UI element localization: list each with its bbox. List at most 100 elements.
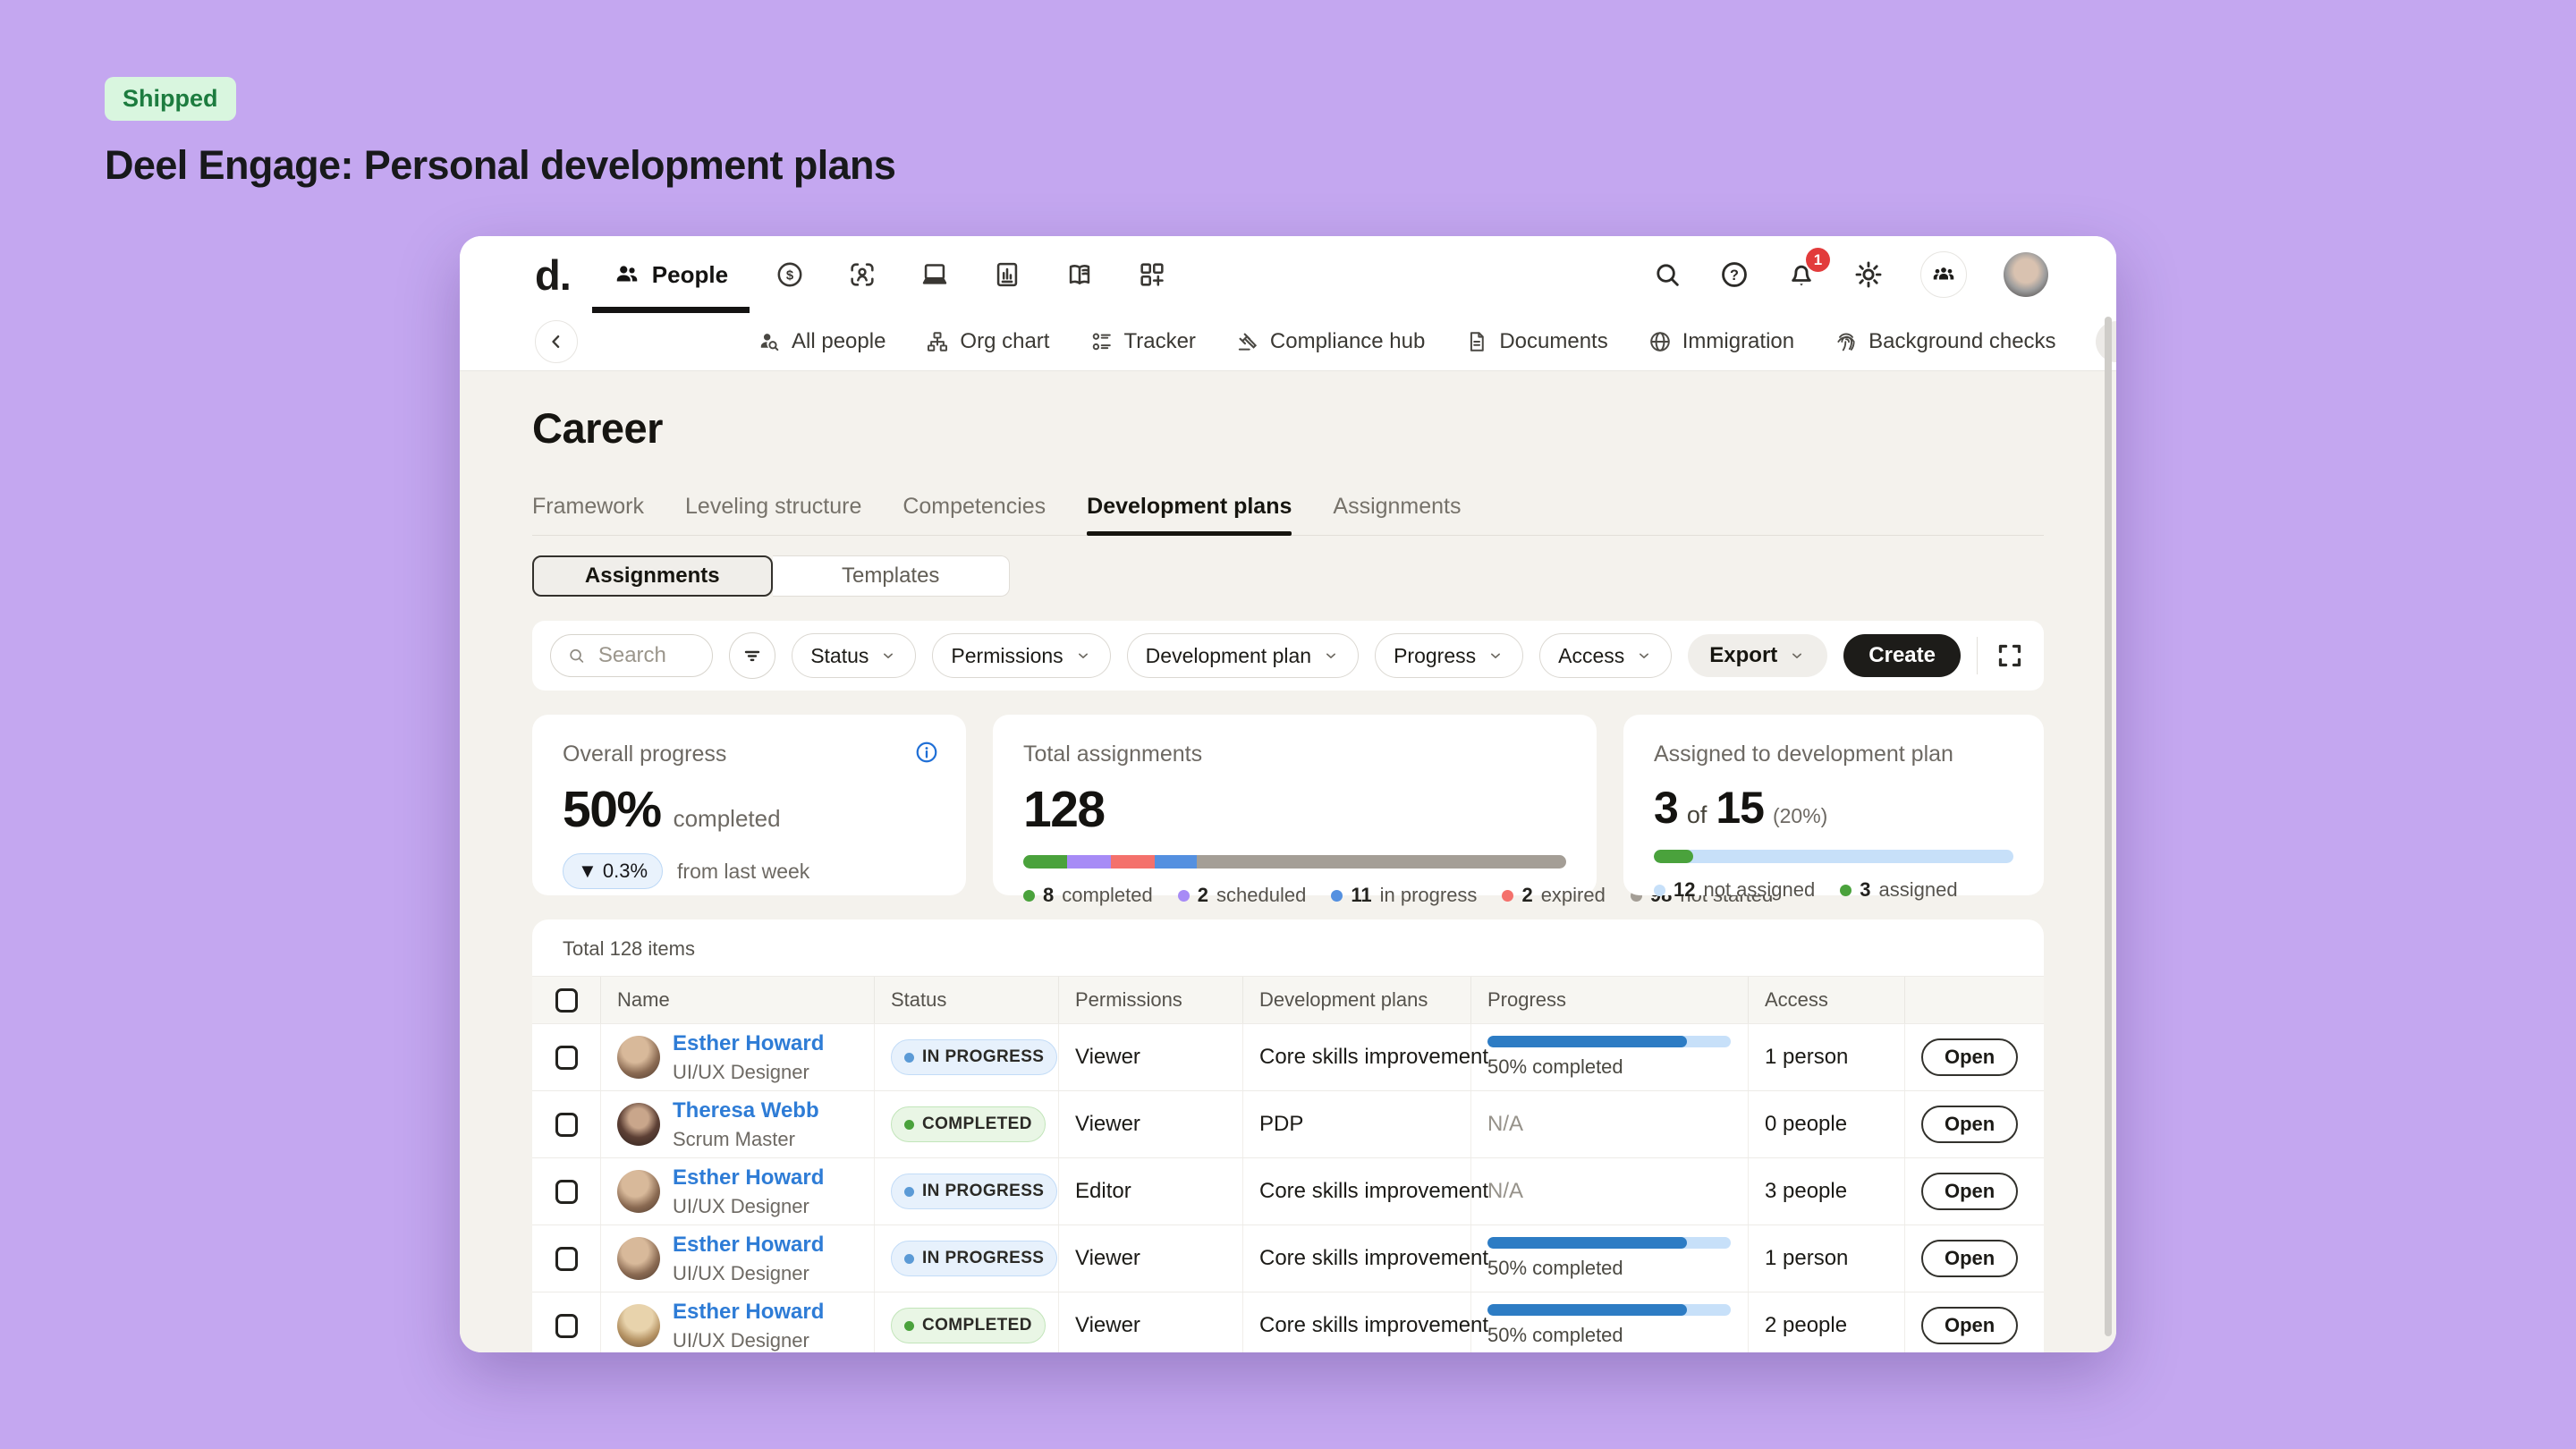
hiring-scan-icon[interactable]	[847, 259, 877, 290]
filter-permissions[interactable]: Permissions	[932, 633, 1110, 678]
filter-development-plan[interactable]: Development plan	[1127, 633, 1359, 678]
tab-framework[interactable]: Framework	[532, 494, 644, 535]
create-button[interactable]: Create	[1843, 634, 1961, 677]
subnav-item-documents[interactable]: Documents	[1464, 329, 1607, 354]
payroll-dollar-icon[interactable]	[775, 259, 805, 290]
open-button[interactable]: Open	[1921, 1038, 2018, 1076]
gear-icon[interactable]	[1853, 259, 1884, 290]
team-switcher-button[interactable]	[1920, 251, 1967, 298]
kebab-menu-icon[interactable]: ⋮	[2034, 1178, 2044, 1205]
tab-assignments[interactable]: Assignments	[1333, 494, 1461, 535]
deel-logo[interactable]: d.	[535, 254, 571, 296]
permissions-value: Viewer	[1075, 1045, 1140, 1070]
card-title: Assigned to development plan	[1654, 741, 2013, 767]
vertical-scrollbar[interactable]	[2105, 317, 2112, 1336]
open-button[interactable]: Open	[1921, 1173, 2018, 1210]
user-avatar[interactable]	[2004, 252, 2048, 297]
info-icon[interactable]	[914, 740, 939, 765]
nav-tab-people-label: People	[652, 261, 728, 289]
filter-button[interactable]	[729, 632, 775, 679]
toggle-assignments[interactable]: Assignments	[532, 555, 773, 597]
open-button[interactable]: Open	[1921, 1240, 2018, 1277]
it-device-icon[interactable]	[919, 259, 950, 290]
table-row: Esther Howard UI/UX Designer IN PROGRESS…	[532, 1225, 2044, 1292]
tab-development-plans[interactable]: Development plans	[1087, 494, 1292, 535]
subnav-item-background-checks[interactable]: Background checks	[1834, 329, 2055, 354]
total-assignments-card: Total assignments 128 8completed 2schedu…	[993, 715, 1597, 895]
row-checkbox[interactable]	[555, 1113, 578, 1137]
search-input[interactable]	[597, 642, 696, 669]
access-value: 1 person	[1765, 1246, 1848, 1271]
table-summary: Total 128 items	[532, 919, 2044, 976]
select-all-checkbox[interactable]	[555, 988, 578, 1013]
progress-label: 50% completed	[1487, 1324, 1623, 1347]
document-icon	[1464, 329, 1489, 354]
notification-badge: 1	[1806, 248, 1830, 272]
filter-status[interactable]: Status	[792, 633, 916, 678]
col-actions	[1904, 977, 2044, 1023]
row-checkbox[interactable]	[555, 1247, 578, 1271]
toggle-templates[interactable]: Templates	[773, 555, 1011, 597]
kebab-menu-icon[interactable]: ⋮	[2034, 1245, 2044, 1272]
card-title: Overall progress	[563, 741, 936, 767]
person-name-link[interactable]: Theresa Webb	[673, 1098, 819, 1123]
row-checkbox[interactable]	[555, 1046, 578, 1070]
legend-dot-expired	[1502, 890, 1513, 902]
col-development-plans[interactable]: Development plans	[1242, 977, 1470, 1023]
tab-competencies[interactable]: Competencies	[902, 494, 1046, 535]
analytics-icon[interactable]	[992, 259, 1022, 290]
subnav-item-tracker[interactable]: Tracker	[1089, 329, 1195, 354]
col-status[interactable]: Status	[874, 977, 1058, 1023]
col-name[interactable]: Name	[600, 977, 874, 1023]
chevron-down-icon	[1322, 647, 1340, 665]
row-checkbox[interactable]	[555, 1314, 578, 1338]
handbook-icon[interactable]	[1064, 259, 1095, 290]
avatar	[617, 1237, 660, 1280]
filter-progress[interactable]: Progress	[1375, 633, 1523, 678]
person-role: Scrum Master	[673, 1128, 819, 1151]
row-progress-bar	[1487, 1237, 1731, 1249]
subnav-item-all-people[interactable]: All people	[757, 329, 886, 354]
col-progress[interactable]: Progress	[1470, 977, 1748, 1023]
status-badge: IN PROGRESS	[891, 1241, 1057, 1276]
bar-segment-expired	[1111, 855, 1155, 869]
search-icon[interactable]	[1652, 259, 1682, 290]
subnav-item-immigration[interactable]: Immigration	[1648, 329, 1794, 354]
progress-label: N/A	[1487, 1179, 1523, 1204]
col-permissions[interactable]: Permissions	[1058, 977, 1242, 1023]
kebab-menu-icon[interactable]: ⋮	[2034, 1044, 2044, 1071]
col-access[interactable]: Access	[1748, 977, 1904, 1023]
subnav-item-org-chart[interactable]: Org chart	[925, 329, 1049, 354]
nav-tab-people[interactable]: People	[592, 236, 750, 313]
assigned-percent: (20%)	[1773, 804, 1827, 828]
sub-nav-items: All people Org chart Tracker Compliance …	[757, 321, 2116, 362]
search-box[interactable]	[550, 634, 713, 677]
export-button[interactable]: Export	[1688, 634, 1827, 677]
help-icon[interactable]	[1719, 259, 1750, 290]
apps-grid-icon[interactable]	[1137, 259, 1167, 290]
open-button[interactable]: Open	[1921, 1106, 2018, 1143]
person-role: UI/UX Designer	[673, 1329, 824, 1352]
person-name-link[interactable]: Esther Howard	[673, 1031, 824, 1056]
row-checkbox[interactable]	[555, 1180, 578, 1204]
chevron-left-icon	[544, 329, 569, 354]
open-button[interactable]: Open	[1921, 1307, 2018, 1344]
person-name-link[interactable]: Esther Howard	[673, 1300, 824, 1325]
table-row: Esther Howard UI/UX Designer COMPLETED V…	[532, 1292, 2044, 1352]
status-dot	[904, 1187, 914, 1197]
person-role: UI/UX Designer	[673, 1195, 824, 1218]
kebab-menu-icon[interactable]: ⋮	[2034, 1312, 2044, 1339]
person-name-link[interactable]: Esther Howard	[673, 1165, 824, 1191]
subnav-item-compliance-hub[interactable]: Compliance hub	[1235, 329, 1425, 354]
legend-dot-completed	[1023, 890, 1035, 902]
person-name-link[interactable]: Esther Howard	[673, 1233, 824, 1258]
back-button[interactable]	[535, 320, 578, 363]
card-title: Total assignments	[1023, 741, 1566, 767]
kebab-menu-icon[interactable]: ⋮	[2034, 1111, 2044, 1138]
tracker-icon	[1089, 329, 1114, 354]
notifications-button[interactable]: 1	[1786, 259, 1817, 290]
stats-cards: Overall progress 50% completed ▼ 0.3% fr…	[532, 715, 2044, 895]
filter-access[interactable]: Access	[1539, 633, 1672, 678]
tab-leveling-structure[interactable]: Leveling structure	[685, 494, 861, 535]
fullscreen-icon[interactable]	[1994, 640, 2026, 672]
